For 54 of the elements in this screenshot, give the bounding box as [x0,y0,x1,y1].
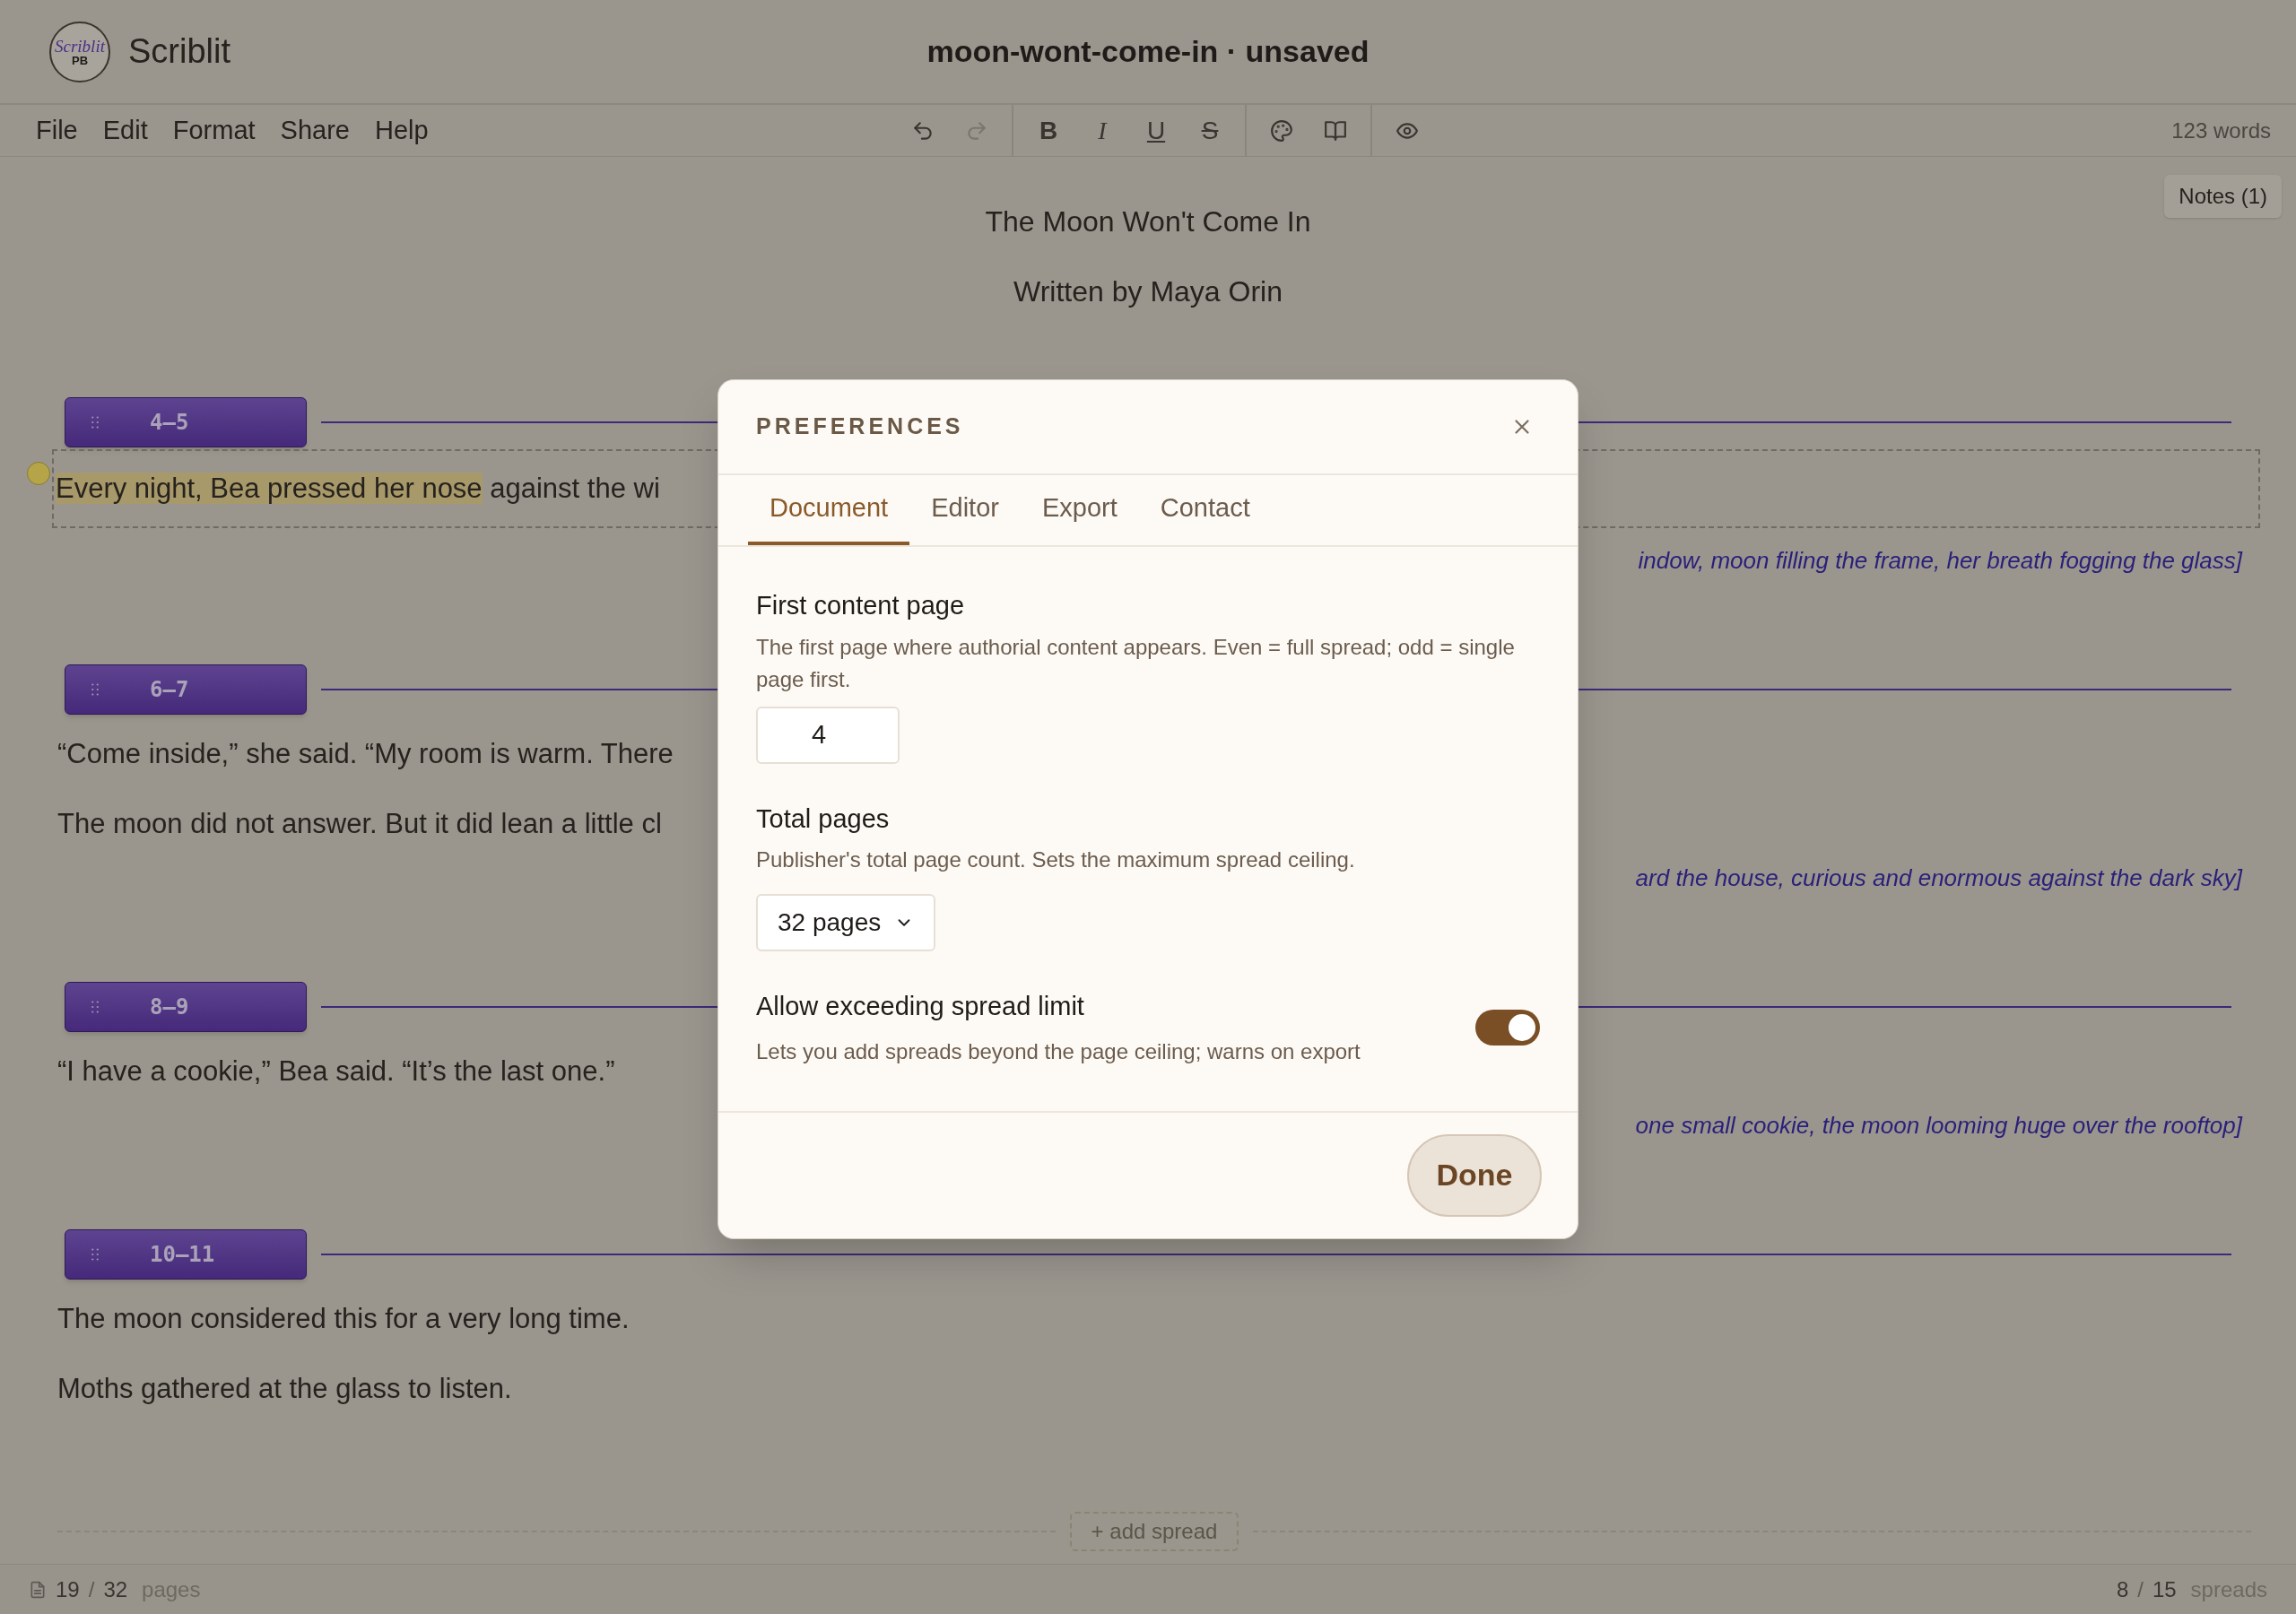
menu-item[interactable]: Share [269,110,361,151]
paragraph-text[interactable]: “I have a cookie,” Bea said. “It’s the last one.” [57,1050,615,1093]
menu-item[interactable]: Format [161,110,266,151]
dialog-title: PREFERENCES [756,412,964,441]
byline: Written by Maya Orin [1013,274,1283,309]
spread-tab[interactable]: 10–11 [65,1229,307,1280]
spread-tab[interactable]: 4–5 [65,397,307,447]
menu-item[interactable]: Edit [91,110,159,151]
count-total: 32 [103,1575,128,1603]
menu-item[interactable]: File [25,110,89,151]
manuscript-title: The Moon Won't Come In [985,204,1311,239]
bold-button[interactable]: B [1030,111,1067,150]
app-name: Scriblit [128,31,231,72]
document-icon [29,1580,47,1599]
page-count-dropdown[interactable]: 32 pages [756,894,935,951]
italic-button[interactable]: I [1083,111,1121,150]
word-count: 123 words [2171,117,2271,144]
count-total: 15 [2152,1575,2177,1603]
menu-item[interactable]: Help [363,110,439,151]
open-book-icon[interactable] [1324,118,1347,143]
dialog-tab[interactable]: Contact [1138,475,1272,545]
count-value: 8 [2116,1575,2129,1603]
note-marker[interactable] [27,462,50,485]
paragraph-text[interactable]: Moths gathered at the glass to listen. [57,1367,512,1410]
number-field[interactable]: 4 [756,706,900,764]
palette-icon[interactable] [1270,118,1293,143]
logo-script: Scriblit [55,37,105,55]
spread-tab[interactable]: 6–7 [65,664,307,715]
art-note: indow, moon filling the frame, her breath fogging the glass] [1638,546,2242,576]
field-label: Total pages [756,803,891,835]
notes-button[interactable]: Notes (1) [2164,175,2282,218]
spread-tab[interactable]: 8–9 [65,982,307,1032]
count-value: 19 [56,1575,80,1603]
logo-initials: PB [71,54,89,66]
count-separator: / [88,1575,95,1603]
art-note: one small cookie, the moon looming huge over the rooftop] [1635,1111,2242,1141]
paragraph-text[interactable]: The moon did not answer. But it did lean a little cl [57,803,662,846]
document-title: moon-wont-come-in · unsaved [926,33,1370,70]
underline-button[interactable]: U [1137,111,1175,150]
strikethrough-button[interactable]: S [1191,111,1229,150]
field-label: Allow exceeding spread limit [756,991,1085,1022]
toggle-switch[interactable] [1475,1009,1540,1046]
field-help: The first page where authorial content appears. Even = full spread; odd = single page first. [756,633,1516,693]
field-label: First content page [756,590,966,621]
dialog-tab[interactable]: Document [748,475,910,545]
dialog-tab[interactable]: Export [1020,475,1139,545]
paragraph-text[interactable]: The moon considered this for a very long time. [57,1297,630,1341]
field-help: Lets you add spreads beyond the page ceiling; warns on export [756,1037,1361,1065]
dialog-tab[interactable]: Editor [909,475,1021,545]
paragraph-text[interactable]: “Come inside,” she said. “My room is warm. There [57,733,674,776]
art-note: ard the house, curious and enormous against the dark sky] [1635,863,2242,893]
count-separator: / [2137,1575,2144,1603]
field-help: Publisher's total page count. Sets the maximum spread ceiling. [756,846,1356,873]
done-button[interactable]: Done [1407,1133,1542,1217]
